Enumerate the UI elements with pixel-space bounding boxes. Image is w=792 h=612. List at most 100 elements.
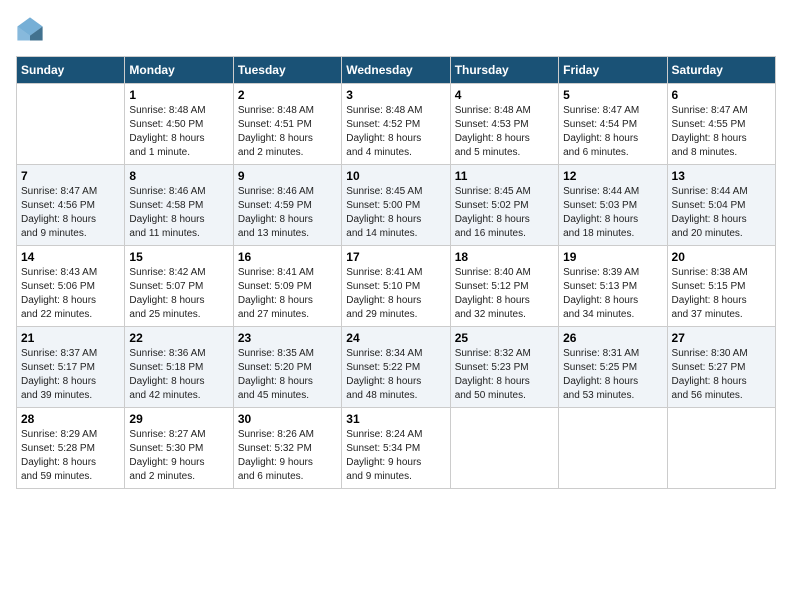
calendar-table: SundayMondayTuesdayWednesdayThursdayFrid… bbox=[16, 56, 776, 489]
day-detail: Sunrise: 8:31 AM Sunset: 5:25 PM Dayligh… bbox=[563, 347, 662, 403]
day-detail: Sunrise: 8:40 AM Sunset: 5:12 PM Dayligh… bbox=[455, 266, 554, 322]
calendar-cell: 17Sunrise: 8:41 AM Sunset: 5:10 PM Dayli… bbox=[342, 246, 450, 327]
calendar-cell: 10Sunrise: 8:45 AM Sunset: 5:00 PM Dayli… bbox=[342, 165, 450, 246]
calendar-cell: 4 Sunrise: 8:48 AM Sunset: 4:53 PM Daylig… bbox=[450, 84, 558, 165]
calendar-cell: 30Sunrise: 8:26 AM Sunset: 5:32 PM Dayli… bbox=[233, 408, 341, 489]
day-detail: Sunrise: 8:29 AM Sunset: 5:28 PM Dayligh… bbox=[21, 428, 120, 484]
day-detail: Sunrise: 8:46 AM Sunset: 4:58 PM Dayligh… bbox=[129, 185, 228, 241]
day-detail: Sunrise: 8:34 AM Sunset: 5:22 PM Dayligh… bbox=[346, 347, 445, 403]
day-number: 13 bbox=[672, 169, 771, 183]
column-header-monday: Monday bbox=[125, 57, 233, 84]
calendar-cell: 27Sunrise: 8:30 AM Sunset: 5:27 PM Dayli… bbox=[667, 327, 775, 408]
calendar-cell: 18 Sunrise: 8:40 AM Sunset: 5:12 PM Dayli… bbox=[450, 246, 558, 327]
week-row-2: 7 Sunrise: 8:47 AM Sunset: 4:56 PM Daylig… bbox=[17, 165, 776, 246]
calendar-cell: 25Sunrise: 8:32 AM Sunset: 5:23 PM Dayli… bbox=[450, 327, 558, 408]
week-row-3: 14 Sunrise: 8:43 AM Sunset: 5:06 PM Dayli… bbox=[17, 246, 776, 327]
day-number: 11 bbox=[455, 169, 554, 183]
calendar-cell: 23Sunrise: 8:35 AM Sunset: 5:20 PM Dayli… bbox=[233, 327, 341, 408]
day-detail: Sunrise: 8:47 AM Sunset: 4:55 PM Dayligh… bbox=[672, 104, 771, 160]
calendar-cell: 21 Sunrise: 8:37 AM Sunset: 5:17 PM Dayli… bbox=[17, 327, 125, 408]
calendar-cell: 12 Sunrise: 8:44 AM Sunset: 5:03 PM Dayli… bbox=[559, 165, 667, 246]
day-number: 4 bbox=[455, 88, 554, 102]
day-detail: Sunrise: 8:24 AM Sunset: 5:34 PM Dayligh… bbox=[346, 428, 445, 484]
calendar-cell: 31 Sunrise: 8:24 AM Sunset: 5:34 PM Dayli… bbox=[342, 408, 450, 489]
calendar-cell: 22Sunrise: 8:36 AM Sunset: 5:18 PM Dayli… bbox=[125, 327, 233, 408]
calendar-cell: 2 Sunrise: 8:48 AM Sunset: 4:51 PM Daylig… bbox=[233, 84, 341, 165]
page-header bbox=[16, 16, 776, 44]
calendar-cell: 26 Sunrise: 8:31 AM Sunset: 5:25 PM Dayli… bbox=[559, 327, 667, 408]
day-number: 26 bbox=[563, 331, 662, 345]
column-header-friday: Friday bbox=[559, 57, 667, 84]
calendar-cell: 19 Sunrise: 8:39 AM Sunset: 5:13 PM Dayli… bbox=[559, 246, 667, 327]
day-detail: Sunrise: 8:47 AM Sunset: 4:56 PM Dayligh… bbox=[21, 185, 120, 241]
column-header-tuesday: Tuesday bbox=[233, 57, 341, 84]
week-row-4: 21 Sunrise: 8:37 AM Sunset: 5:17 PM Dayli… bbox=[17, 327, 776, 408]
calendar-cell: 20Sunrise: 8:38 AM Sunset: 5:15 PM Dayli… bbox=[667, 246, 775, 327]
day-number: 19 bbox=[563, 250, 662, 264]
calendar-cell: 6Sunrise: 8:47 AM Sunset: 4:55 PM Daylig… bbox=[667, 84, 775, 165]
day-number: 9 bbox=[238, 169, 337, 183]
calendar-cell: 1 Sunrise: 8:48 AM Sunset: 4:50 PM Daylig… bbox=[125, 84, 233, 165]
day-number: 5 bbox=[563, 88, 662, 102]
day-number: 21 bbox=[21, 331, 120, 345]
column-header-wednesday: Wednesday bbox=[342, 57, 450, 84]
day-number: 2 bbox=[238, 88, 337, 102]
logo bbox=[16, 16, 46, 44]
calendar-cell bbox=[17, 84, 125, 165]
calendar-header-row: SundayMondayTuesdayWednesdayThursdayFrid… bbox=[17, 57, 776, 84]
calendar-cell: 16 Sunrise: 8:41 AM Sunset: 5:09 PM Dayli… bbox=[233, 246, 341, 327]
day-number: 1 bbox=[129, 88, 228, 102]
day-detail: Sunrise: 8:44 AM Sunset: 5:03 PM Dayligh… bbox=[563, 185, 662, 241]
day-detail: Sunrise: 8:48 AM Sunset: 4:52 PM Dayligh… bbox=[346, 104, 445, 160]
day-number: 8 bbox=[129, 169, 228, 183]
day-detail: Sunrise: 8:47 AM Sunset: 4:54 PM Dayligh… bbox=[563, 104, 662, 160]
day-detail: Sunrise: 8:39 AM Sunset: 5:13 PM Dayligh… bbox=[563, 266, 662, 322]
day-detail: Sunrise: 8:32 AM Sunset: 5:23 PM Dayligh… bbox=[455, 347, 554, 403]
week-row-5: 28Sunrise: 8:29 AM Sunset: 5:28 PM Dayli… bbox=[17, 408, 776, 489]
day-detail: Sunrise: 8:48 AM Sunset: 4:51 PM Dayligh… bbox=[238, 104, 337, 160]
day-number: 29 bbox=[129, 412, 228, 426]
day-detail: Sunrise: 8:45 AM Sunset: 5:02 PM Dayligh… bbox=[455, 185, 554, 241]
day-number: 18 bbox=[455, 250, 554, 264]
day-number: 24 bbox=[346, 331, 445, 345]
day-number: 20 bbox=[672, 250, 771, 264]
day-number: 31 bbox=[346, 412, 445, 426]
day-detail: Sunrise: 8:41 AM Sunset: 5:10 PM Dayligh… bbox=[346, 266, 445, 322]
day-number: 10 bbox=[346, 169, 445, 183]
calendar-cell: 11 Sunrise: 8:45 AM Sunset: 5:02 PM Dayli… bbox=[450, 165, 558, 246]
calendar-cell: 14 Sunrise: 8:43 AM Sunset: 5:06 PM Dayli… bbox=[17, 246, 125, 327]
day-detail: Sunrise: 8:26 AM Sunset: 5:32 PM Dayligh… bbox=[238, 428, 337, 484]
logo-icon bbox=[16, 16, 44, 44]
day-number: 16 bbox=[238, 250, 337, 264]
day-detail: Sunrise: 8:30 AM Sunset: 5:27 PM Dayligh… bbox=[672, 347, 771, 403]
column-header-saturday: Saturday bbox=[667, 57, 775, 84]
day-detail: Sunrise: 8:42 AM Sunset: 5:07 PM Dayligh… bbox=[129, 266, 228, 322]
calendar-cell: 15 Sunrise: 8:42 AM Sunset: 5:07 PM Dayli… bbox=[125, 246, 233, 327]
column-header-thursday: Thursday bbox=[450, 57, 558, 84]
day-detail: Sunrise: 8:27 AM Sunset: 5:30 PM Dayligh… bbox=[129, 428, 228, 484]
column-header-sunday: Sunday bbox=[17, 57, 125, 84]
day-detail: Sunrise: 8:41 AM Sunset: 5:09 PM Dayligh… bbox=[238, 266, 337, 322]
calendar-cell: 28Sunrise: 8:29 AM Sunset: 5:28 PM Dayli… bbox=[17, 408, 125, 489]
day-number: 15 bbox=[129, 250, 228, 264]
day-number: 14 bbox=[21, 250, 120, 264]
day-detail: Sunrise: 8:44 AM Sunset: 5:04 PM Dayligh… bbox=[672, 185, 771, 241]
day-detail: Sunrise: 8:43 AM Sunset: 5:06 PM Dayligh… bbox=[21, 266, 120, 322]
day-number: 3 bbox=[346, 88, 445, 102]
day-detail: Sunrise: 8:48 AM Sunset: 4:50 PM Dayligh… bbox=[129, 104, 228, 160]
calendar-cell: 24 Sunrise: 8:34 AM Sunset: 5:22 PM Dayli… bbox=[342, 327, 450, 408]
calendar-cell: 3 Sunrise: 8:48 AM Sunset: 4:52 PM Daylig… bbox=[342, 84, 450, 165]
calendar-cell: 8 Sunrise: 8:46 AM Sunset: 4:58 PM Daylig… bbox=[125, 165, 233, 246]
calendar-cell bbox=[667, 408, 775, 489]
day-detail: Sunrise: 8:36 AM Sunset: 5:18 PM Dayligh… bbox=[129, 347, 228, 403]
day-detail: Sunrise: 8:48 AM Sunset: 4:53 PM Dayligh… bbox=[455, 104, 554, 160]
day-number: 7 bbox=[21, 169, 120, 183]
day-number: 23 bbox=[238, 331, 337, 345]
calendar-cell: 13 Sunrise: 8:44 AM Sunset: 5:04 PM Dayli… bbox=[667, 165, 775, 246]
day-detail: Sunrise: 8:46 AM Sunset: 4:59 PM Dayligh… bbox=[238, 185, 337, 241]
week-row-1: 1 Sunrise: 8:48 AM Sunset: 4:50 PM Daylig… bbox=[17, 84, 776, 165]
calendar-cell: 9 Sunrise: 8:46 AM Sunset: 4:59 PM Daylig… bbox=[233, 165, 341, 246]
day-number: 12 bbox=[563, 169, 662, 183]
calendar-cell bbox=[450, 408, 558, 489]
day-detail: Sunrise: 8:37 AM Sunset: 5:17 PM Dayligh… bbox=[21, 347, 120, 403]
